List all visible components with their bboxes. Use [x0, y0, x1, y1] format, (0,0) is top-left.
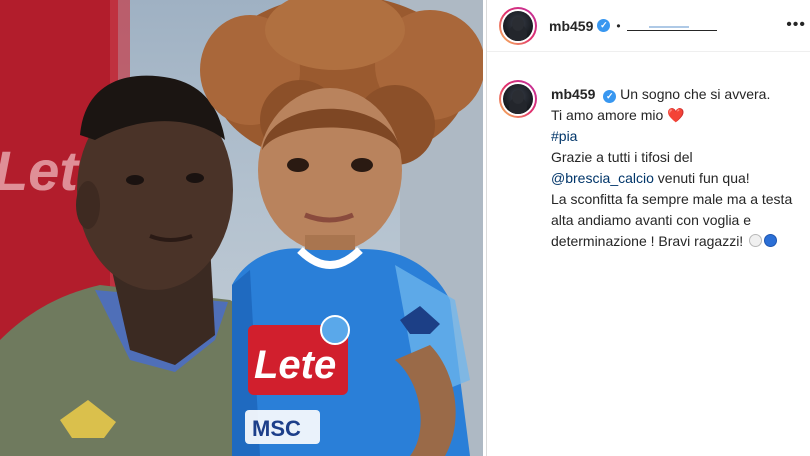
caption-line-5: venuti fun qua! — [653, 170, 750, 186]
caption-line-1: Un sogno che si avvera. — [620, 86, 771, 102]
white-circle-emoji-icon — [749, 234, 763, 247]
separator-dot: • — [616, 18, 621, 33]
follow-link[interactable] — [626, 17, 717, 31]
caption-line-4: Grazie a tutti i tifosi del — [551, 149, 693, 165]
caption-avatar[interactable] — [499, 80, 537, 118]
caption-line-2: Ti amo amore mio — [551, 107, 664, 123]
caption: mb459 ✓ Un sogno che si avvera. Ti amo a… — [487, 52, 810, 252]
caption-username[interactable]: mb459 — [551, 86, 595, 102]
mention-link[interactable]: @brescia_calcio — [551, 170, 654, 186]
header-username[interactable]: mb459 — [549, 18, 593, 34]
blue-circle-emoji-icon — [764, 234, 778, 247]
post-header: mb459 ✓ • ••• — [487, 0, 810, 52]
post-panel: mb459 ✓ • ••• mb459 ✓ Un sogno che si av… — [486, 0, 810, 456]
avatar[interactable] — [499, 6, 537, 45]
sponsor-text: Lete — [254, 343, 336, 387]
photo-illustration: Lete Lete MSC — [0, 0, 483, 456]
hashtag-link[interactable]: #pia — [551, 128, 577, 144]
caption-avatar-image — [503, 84, 533, 114]
avatar-image — [503, 10, 533, 41]
more-horizontal-icon[interactable]: ••• — [786, 16, 806, 34]
verified-badge-icon: ✓ — [597, 19, 611, 32]
partner-text: MSC — [252, 416, 301, 441]
post-photo[interactable]: Lete Lete MSC — [0, 0, 483, 456]
caption-verified-badge-icon: ✓ — [603, 90, 617, 103]
caption-text: mb459 ✓ Un sogno che si avvera. Ti amo a… — [551, 84, 798, 252]
heart-emoji-icon: ❤️ — [667, 107, 685, 123]
